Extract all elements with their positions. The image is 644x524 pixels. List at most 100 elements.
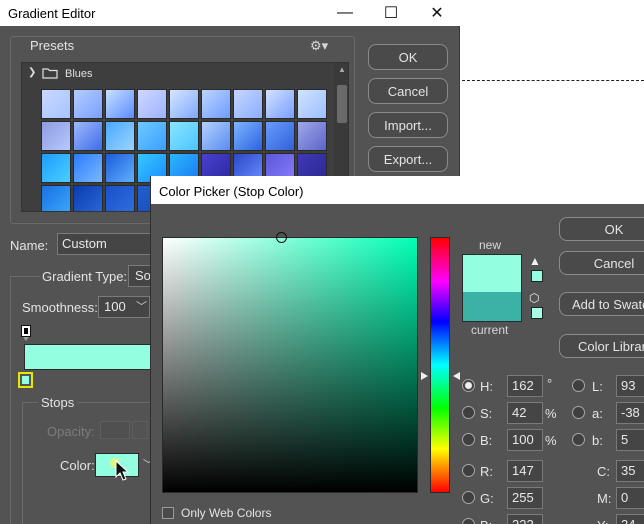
hue-label: H: <box>480 379 493 394</box>
ok-button[interactable]: OK <box>368 44 448 70</box>
smoothness-label: Smoothness: <box>22 300 98 315</box>
saturation-radio[interactable] <box>462 406 475 419</box>
gamut-correction-swatch[interactable] <box>531 270 543 282</box>
hue-field[interactable]: 162 <box>507 375 543 397</box>
color-stop[interactable] <box>18 372 33 388</box>
preset-swatch[interactable] <box>105 121 135 151</box>
hue-slider[interactable] <box>430 237 450 493</box>
gradient-preview-bar[interactable] <box>24 344 160 370</box>
red-field[interactable]: 147 <box>507 460 543 482</box>
hue-slider-arrow-left[interactable] <box>421 372 428 380</box>
brightness-radio[interactable] <box>462 433 475 446</box>
preset-swatch[interactable] <box>169 89 199 119</box>
current-color-label: current <box>471 323 509 337</box>
preset-swatch[interactable] <box>41 185 71 211</box>
preset-swatch[interactable] <box>41 121 71 151</box>
b-channel-field[interactable]: 5 <box>616 429 644 451</box>
color-libraries-button[interactable]: Color Libraries <box>559 334 644 358</box>
preset-swatch[interactable] <box>73 121 103 151</box>
dashed-guide <box>462 80 644 81</box>
cancel-button[interactable]: Cancel <box>559 251 644 275</box>
ok-button[interactable]: OK <box>559 217 644 241</box>
preset-swatch[interactable] <box>137 121 167 151</box>
lightness-field[interactable]: 93 <box>616 375 644 397</box>
a-channel-radio[interactable] <box>572 406 585 419</box>
only-web-colors-checkbox[interactable] <box>162 507 174 519</box>
gradient-editor-titlebar: Gradient Editor — ☐ ✕ <box>0 0 460 26</box>
preset-swatch[interactable] <box>73 153 103 183</box>
a-channel-label: a: <box>592 406 603 421</box>
import-button[interactable]: Import... <box>368 112 448 138</box>
yellow-field[interactable]: 24 <box>616 514 644 524</box>
lightness-radio[interactable] <box>572 379 585 392</box>
preset-swatch[interactable] <box>297 121 327 151</box>
preset-swatch[interactable] <box>105 153 135 183</box>
out-of-gamut-warning-icon[interactable]: ▲ <box>529 254 541 268</box>
scroll-up-icon[interactable]: ▲ <box>338 65 346 74</box>
preset-swatch[interactable] <box>73 185 103 211</box>
minimize-icon[interactable]: — <box>322 0 368 26</box>
preset-swatch[interactable] <box>41 89 71 119</box>
brightness-label: B: <box>480 433 493 448</box>
degree-unit: ° <box>547 376 553 391</box>
preset-swatch[interactable] <box>41 153 71 183</box>
chevron-right-icon[interactable]: ❯ <box>28 67 36 78</box>
add-to-swatches-button[interactable]: Add to Swatches <box>559 292 644 316</box>
a-channel-field[interactable]: -38 <box>616 402 644 424</box>
cyan-field[interactable]: 35 <box>616 460 644 482</box>
saturation-label: S: <box>480 406 493 421</box>
color-picker-titlebar: Color Picker (Stop Color) <box>151 176 644 204</box>
cancel-button[interactable]: Cancel <box>368 78 448 104</box>
gradient-type-label: Gradient Type: <box>40 269 130 284</box>
scrollbar-thumb[interactable] <box>337 85 347 123</box>
color-picker-window: Color Picker (Stop Color) Only Web Color… <box>150 176 644 524</box>
preset-swatch[interactable] <box>265 89 295 119</box>
hue-slider-arrow-right[interactable] <box>453 372 460 380</box>
blue-field[interactable]: 222 <box>507 514 543 524</box>
preset-swatch[interactable] <box>233 121 263 151</box>
b-channel-radio[interactable] <box>572 433 585 446</box>
preset-swatch[interactable] <box>105 185 135 211</box>
preset-folder-label: Blues <box>65 68 93 80</box>
preset-swatch[interactable] <box>201 121 231 151</box>
close-icon[interactable]: ✕ <box>414 0 460 26</box>
percent-unit: % <box>545 433 557 448</box>
preset-swatch[interactable] <box>297 89 327 119</box>
opacity-field <box>100 421 130 439</box>
green-radio[interactable] <box>462 491 475 504</box>
percent-unit: % <box>545 406 557 421</box>
magenta-field[interactable]: 0 <box>616 487 644 509</box>
green-field[interactable]: 255 <box>507 487 543 509</box>
name-field[interactable]: Custom <box>57 233 157 255</box>
preset-swatch[interactable] <box>137 89 167 119</box>
gear-icon[interactable]: ⚙▾ <box>310 38 328 54</box>
saturation-field[interactable]: 42 <box>507 402 543 424</box>
new-color-swatch <box>462 254 522 292</box>
preset-swatch[interactable] <box>233 89 263 119</box>
presets-label: Presets <box>30 38 75 53</box>
brightness-field[interactable]: 100 <box>507 429 543 451</box>
preset-folder-blues[interactable]: ❯ Blues <box>22 63 332 83</box>
preset-swatch[interactable] <box>105 89 135 119</box>
b-channel-label: b: <box>592 433 603 448</box>
preset-swatch[interactable] <box>201 89 231 119</box>
opacity-stepper <box>132 421 148 439</box>
export-button[interactable]: Export... <box>368 146 448 172</box>
current-color-swatch[interactable] <box>462 292 522 322</box>
canvas-background <box>460 26 644 176</box>
opacity-stop-fill <box>24 328 28 334</box>
saturation-brightness-field[interactable] <box>162 232 418 493</box>
hue-radio[interactable] <box>462 379 475 392</box>
color-field-marker[interactable] <box>276 232 287 243</box>
maximize-icon[interactable]: ☐ <box>368 0 414 26</box>
preset-swatch[interactable] <box>265 121 295 151</box>
red-radio[interactable] <box>462 464 475 477</box>
web-safe-cube-icon[interactable]: ⬡ <box>529 291 539 305</box>
blue-radio[interactable] <box>462 518 475 524</box>
preset-swatch[interactable] <box>169 121 199 151</box>
opacity-stop[interactable] <box>21 325 31 337</box>
preset-swatch[interactable] <box>73 89 103 119</box>
window-title: Color Picker (Stop Color) <box>159 184 304 199</box>
chevron-down-icon[interactable]: ﹀ <box>136 296 147 318</box>
web-safe-swatch[interactable] <box>531 307 543 319</box>
